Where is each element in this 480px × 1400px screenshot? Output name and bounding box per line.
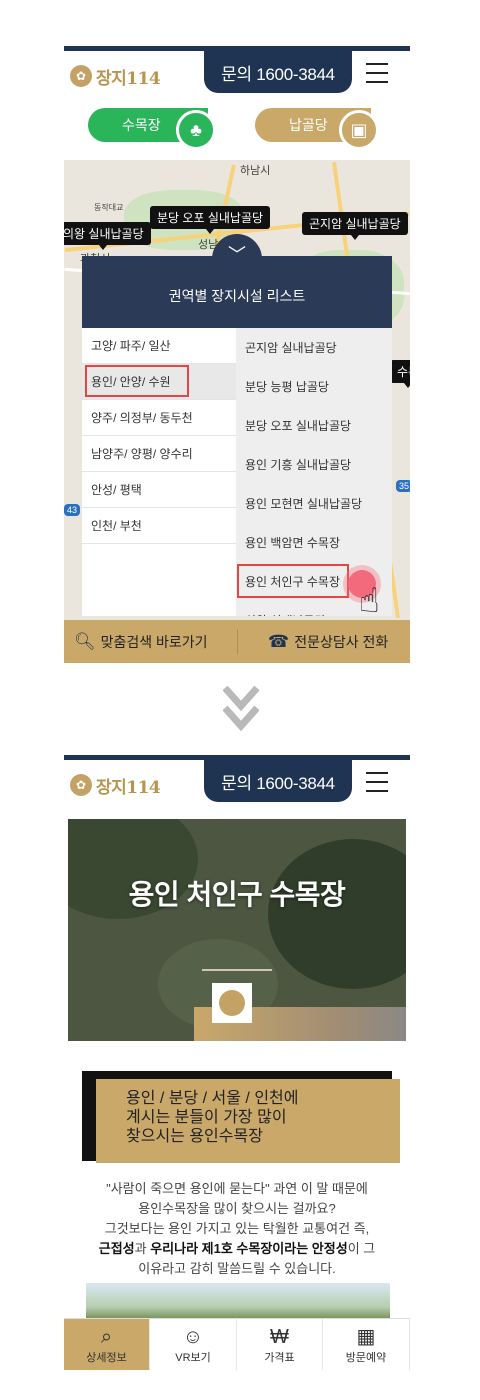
double-chevron-down-icon (222, 685, 260, 738)
nav-label: 가격표 (264, 1352, 295, 1364)
nav-label: 상세정보 (86, 1352, 127, 1364)
map-label: 동작대교 (94, 203, 124, 212)
region-item[interactable]: 인천/ 부천 (82, 508, 236, 544)
facility-item[interactable]: 용인 백암면 수목장 (236, 523, 392, 562)
logo-text: 장지114 (96, 777, 161, 798)
pine-foliage (268, 839, 406, 989)
facility-item[interactable]: 분당 능평 납골당 (236, 367, 392, 406)
custom-search-label: 맞춤검색 바로가기 (100, 633, 208, 650)
selected-facility-highlight (237, 564, 349, 598)
price-icon: ₩ (270, 1326, 289, 1348)
tab-tree-burial[interactable]: 수목장 ♣ (88, 108, 216, 150)
calendar-check-icon: ▦ (356, 1326, 376, 1348)
nav-vr-person[interactable]: ☺ VR보기 (151, 1319, 237, 1370)
screen-facility-detail: ✿ 장지114 문의 1600-3844 용인 처인구 수목장 용인 / 분당 … (64, 755, 410, 1370)
region-item[interactable]: 양주/ 의정부/ 동두천 (82, 400, 236, 436)
phone-inquiry-button[interactable]: 문의 1600-3844 (204, 51, 352, 93)
description-line: 그것보다는 용인 가지고 있는 탁월한 교통여건 즉, (104, 1221, 370, 1236)
map-pin[interactable]: 의왕 실내납골당 (64, 222, 151, 250)
hamburger-menu-icon[interactable] (366, 772, 388, 792)
headline-line: 용인 / 분당 / 서울 / 인천에 (126, 1090, 299, 1107)
description-line: 용인수목장을 많이 찾으시는 걸까요? (138, 1201, 336, 1216)
route-badge: 43 (64, 504, 81, 516)
nav-magnifier[interactable]: ⌕ 상세정보 (64, 1319, 150, 1370)
hamburger-menu-icon[interactable] (366, 63, 388, 83)
selected-region-highlight (85, 365, 189, 397)
map-pin[interactable]: 분당 오포 실내납골당 (150, 206, 271, 234)
urn-icon: ▣ (339, 110, 379, 150)
divider (202, 969, 272, 971)
logo-text: 장지114 (96, 68, 161, 89)
phone-icon: ☎ (268, 631, 290, 651)
landscape-photo (86, 1283, 390, 1323)
region-item[interactable]: 남양주/ 양평/ 양수리 (82, 436, 236, 472)
region-item[interactable]: 고양/ 파주/ 일산 (82, 328, 236, 364)
facility-item[interactable]: 용인 모현면 실내납골당 (236, 484, 392, 523)
category-tabs: 수목장 ♣ 납골당 ▣ (64, 96, 410, 160)
region-item[interactable]: 안성/ 평택 (82, 472, 236, 508)
hero-image: 용인 처인구 수목장 (68, 819, 406, 1041)
call-consultant-button[interactable]: ☎ 전문상담사 전화 (268, 620, 388, 663)
map-label: 하남시 (240, 165, 271, 177)
facility-item[interactable]: 용인 기흥 실내납골당 (236, 445, 392, 484)
hand-pointer-icon: ☝ (359, 582, 380, 620)
magnifier-icon: ⌕ (100, 1326, 113, 1348)
tab-columbarium[interactable]: 납골당 ▣ (255, 108, 379, 150)
call-consultant-label: 전문상담사 전화 (294, 633, 389, 650)
headline-box: 용인 / 분당 / 서울 / 인천에 계시는 분들이 가장 많이 찾으시는 용인… (74, 1071, 400, 1167)
headline-line: 찾으시는 용인수목장 (126, 1128, 263, 1145)
brand-emblem-icon (212, 983, 252, 1023)
logo-mark-icon: ✿ (70, 65, 92, 87)
tree-icon: ♣ (176, 110, 216, 150)
map-pin[interactable]: 곤지암 실내납골당 (302, 212, 408, 240)
nav-label: 방문예약 (345, 1352, 387, 1364)
map-pin[interactable]: 수목 (390, 360, 410, 388)
search-icon: 🔍︎ (74, 631, 96, 651)
description-line: 이유라고 감히 말씀드릴 수 있습니다. (138, 1261, 336, 1276)
bottom-action-bar: 🔍︎ 맞춤검색 바로가기 ☎ 전문상담사 전화 (64, 620, 410, 663)
nav-price[interactable]: ₩ 가격표 (237, 1319, 323, 1370)
facility-item[interactable]: 곤지암 실내납골당 (236, 328, 392, 367)
hero-title: 용인 처인구 수목장 (128, 879, 346, 910)
nav-calendar-check[interactable]: ▦ 방문예약 (324, 1319, 410, 1370)
description-line: "사람이 죽으면 용인에 묻는다" 과연 이 말 때문에 (106, 1181, 368, 1196)
logo[interactable]: ✿ 장지114 (70, 772, 161, 798)
description-line: 근접성과 우리나라 제1호 수목장이라는 안정성이 그 (98, 1241, 376, 1256)
region-list-panel: ﹀ 권역별 장지시설 리스트 고양/ 파주/ 일산 용인/ 안양/ 수원 양주/ 의… (82, 234, 392, 616)
tab-label: 수목장 (122, 117, 161, 133)
vr-person-icon: ☺ (182, 1326, 204, 1348)
phone-inquiry-button[interactable]: 문의 1600-3844 (204, 760, 352, 802)
screen-facility-list: ✿ 장지114 문의 1600-3844 수목장 ♣ 납골당 ▣ 하남시 동작대… (64, 46, 410, 663)
description-text: "사람이 죽으면 용인에 묻는다" 과연 이 말 때문에 용인수목장을 많이 찾… (70, 1179, 404, 1279)
logo[interactable]: ✿ 장지114 (70, 63, 161, 89)
custom-search-button[interactable]: 🔍︎ 맞춤검색 바로가기 (74, 620, 208, 663)
divider (237, 629, 238, 654)
headline-line: 계시는 분들이 가장 많이 (126, 1109, 287, 1126)
header: ✿ 장지114 문의 1600-3844 (64, 755, 410, 805)
nav-label: VR보기 (175, 1352, 211, 1364)
logo-mark-icon: ✿ (70, 774, 92, 796)
facility-item[interactable]: 분당 오포 실내납골당 (236, 406, 392, 445)
panel-title: 권역별 장지시설 리스트 (82, 256, 392, 328)
bottom-nav: ⌕ 상세정보 ☺ VR보기 ₩ 가격표 ▦ 방문예약 (64, 1318, 410, 1370)
headline-text: 용인 / 분당 / 서울 / 인천에 계시는 분들이 가장 많이 찾으시는 용인… (96, 1079, 400, 1163)
header: ✿ 장지114 문의 1600-3844 (64, 46, 410, 96)
route-badge: 35 (396, 480, 410, 492)
tab-label: 납골당 (289, 117, 328, 133)
